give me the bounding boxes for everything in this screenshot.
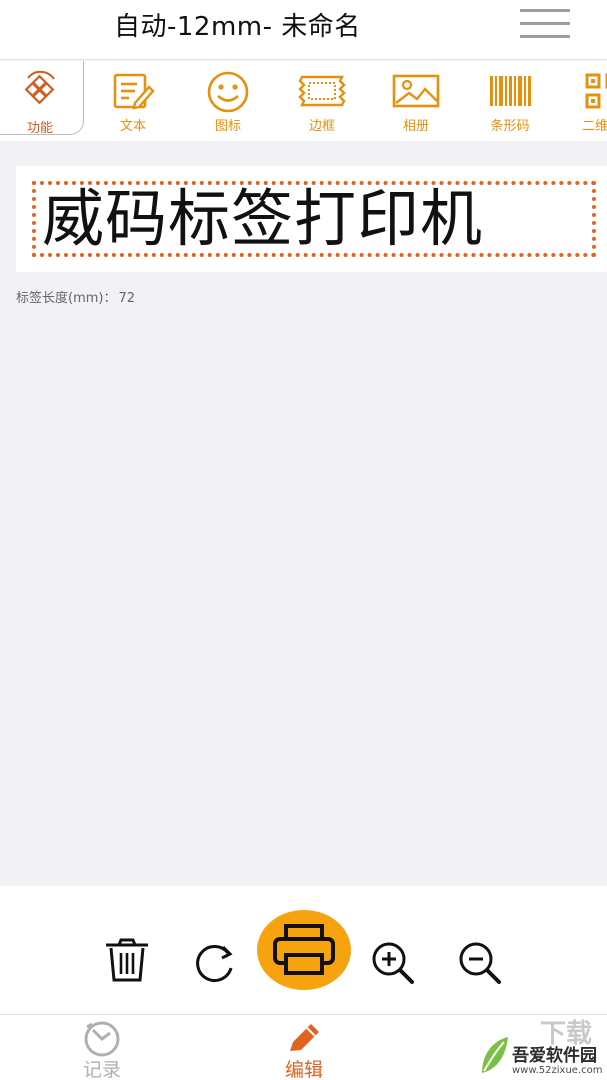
- nav-label: 记录: [82, 1059, 121, 1080]
- nav-label: 编辑: [284, 1059, 323, 1080]
- tool-album[interactable]: 相册: [376, 61, 456, 141]
- label-text: 威码标签打印机: [42, 182, 484, 255]
- tool-text[interactable]: 文本: [93, 61, 173, 141]
- border-frame-icon: [298, 75, 346, 107]
- tool-label: 二维码: [582, 119, 607, 134]
- label-length-info: 标签长度(mm)： 72: [16, 287, 135, 306]
- tool-label: 文本: [119, 119, 146, 134]
- nav-record[interactable]: 记录: [42, 1015, 162, 1080]
- watermark-url: www.52zixue.com: [512, 1065, 603, 1076]
- print-button[interactable]: [257, 910, 351, 990]
- printer-icon: [273, 924, 335, 975]
- watermark-name: 吾爱软件园: [512, 1046, 597, 1066]
- site-watermark: 下载 吾爱软件园 www.52zixue.com: [478, 1019, 607, 1080]
- tool-label: 边框: [308, 119, 335, 134]
- rotate-button[interactable]: [190, 942, 238, 988]
- tool-label: 图标: [214, 119, 241, 134]
- tool-label: 相册: [402, 119, 429, 134]
- record-clock-icon: [84, 1021, 120, 1057]
- barcode-icon: [490, 76, 531, 106]
- insert-toolbar: 功能 文本 图标 边框 相册 条形码 二维: [0, 61, 607, 141]
- bottom-nav: 记录 编辑 下载 吾爱软件园 www.52zixue.com: [0, 1014, 607, 1080]
- function-diamond-icon: [24, 70, 55, 105]
- qrcode-icon: [585, 73, 607, 109]
- zoom-out-icon: [459, 942, 501, 984]
- tool-icon[interactable]: 图标: [188, 61, 268, 141]
- zoom-in-button[interactable]: [371, 941, 417, 989]
- menu-button[interactable]: [516, 6, 574, 42]
- tool-label: 条形码: [490, 119, 530, 134]
- header-bar: 自动-12mm- 未命名: [0, 0, 607, 60]
- leaf-logo-icon: [482, 1037, 508, 1073]
- tool-qrcode[interactable]: 二维码: [565, 61, 607, 141]
- photo-album-icon: [392, 74, 440, 108]
- page-title: 自动-12mm- 未命名: [114, 12, 361, 42]
- pencil-icon: [290, 1024, 319, 1051]
- text-edit-icon: [113, 73, 155, 110]
- tool-label: 功能: [26, 121, 53, 136]
- tool-barcode[interactable]: 条形码: [470, 61, 550, 141]
- label-length-value: 72: [118, 291, 136, 306]
- action-bar: [0, 886, 607, 1014]
- zoom-out-button[interactable]: [458, 941, 504, 989]
- text-element-selection[interactable]: 威码标签打印机: [32, 181, 596, 257]
- tool-border[interactable]: 边框: [282, 61, 362, 141]
- trash-icon: [106, 938, 148, 982]
- label-canvas[interactable]: 威码标签打印机: [16, 166, 607, 272]
- nav-edit[interactable]: 编辑: [244, 1015, 364, 1080]
- label-length-caption: 标签长度(mm)：: [16, 291, 117, 306]
- zoom-in-icon: [372, 942, 414, 984]
- smiley-icon: [207, 71, 249, 113]
- tool-function[interactable]: 功能: [0, 61, 84, 141]
- delete-button[interactable]: [104, 938, 150, 986]
- rotate-icon: [196, 945, 233, 982]
